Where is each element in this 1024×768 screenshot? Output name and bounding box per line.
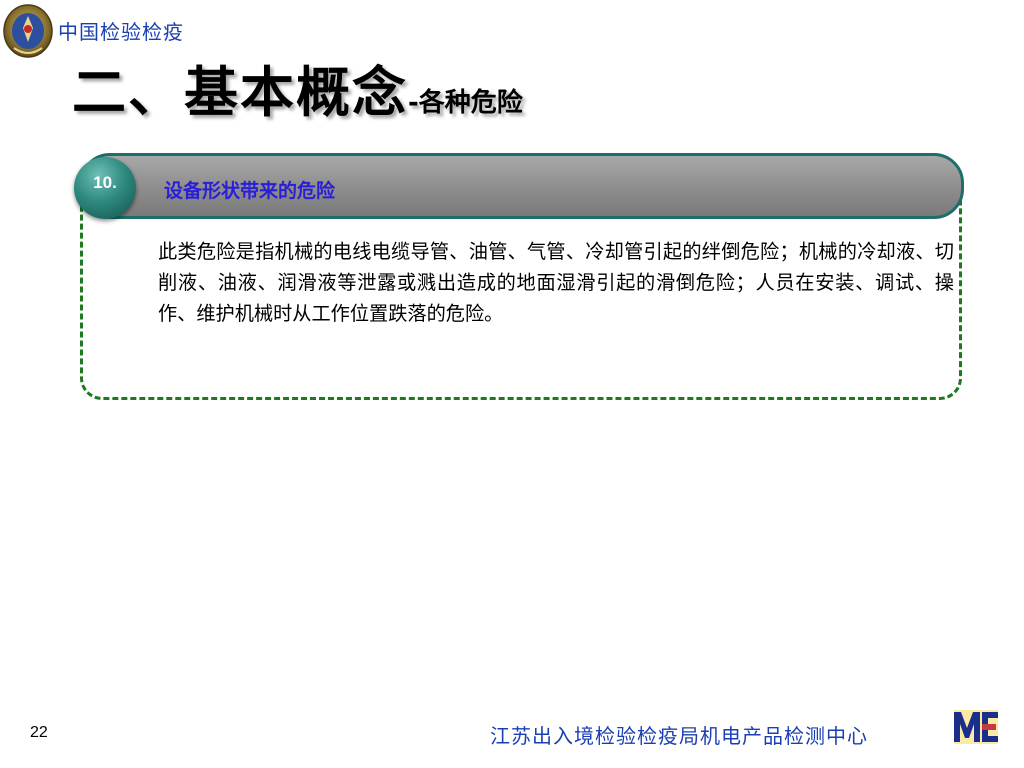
section-number-badge: 10. [74,157,136,219]
section-heading: 设备形状带来的危险 [164,180,336,202]
page-title: 二、基本概念-各种危险 [72,48,523,127]
footer-org-name: 江苏出入境检验检疫局机电产品检测中心 [490,724,868,748]
section-number: 10. [93,173,117,192]
title-main: 二、基本概念 [72,61,408,124]
customs-emblem-icon [3,4,53,58]
section-body-text: 此类危险是指机械的电线电缆导管、油管、气管、冷却管引起的绊倒危险；机械的冷却液、… [158,240,954,325]
me-logo-icon [954,710,998,744]
title-sub: -各种危险 [408,88,523,118]
page-number: 22 [30,724,48,741]
header-org-name: 中国检验检疫 [58,20,184,44]
